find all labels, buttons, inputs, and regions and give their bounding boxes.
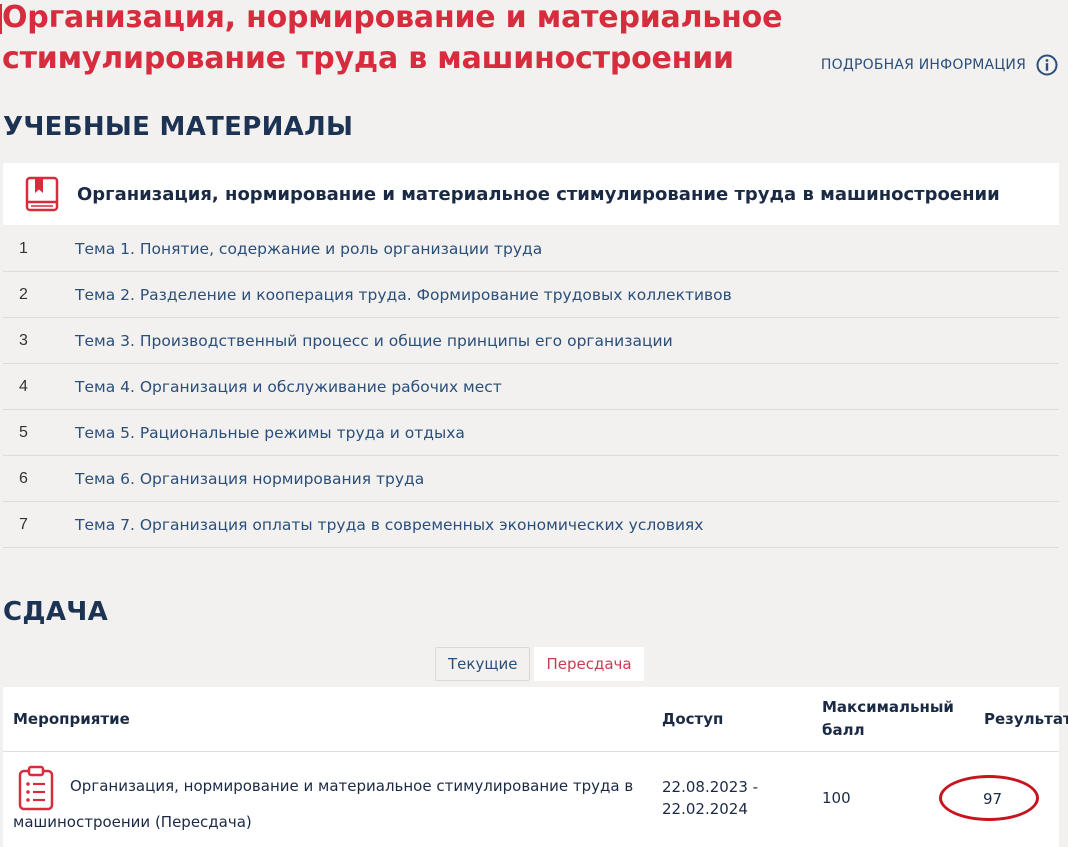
topic-number: 3 bbox=[19, 331, 28, 349]
more-info-link[interactable]: ПОДРОБНАЯ ИНФОРМАЦИЯ bbox=[821, 52, 1058, 78]
materials-card-title: Организация, нормирование и материальное… bbox=[77, 183, 1000, 205]
header-max-score-line2: балл bbox=[822, 721, 865, 739]
topic-row: 7 Тема 7. Организация оплаты труда в сов… bbox=[3, 502, 1059, 548]
tab-retake[interactable]: Пересдача bbox=[534, 647, 644, 681]
materials-section-title: УЧЕБНЫЕ МАТЕРИАЛЫ bbox=[3, 112, 354, 142]
results-table: Мероприятие Доступ Максимальный балл Рез… bbox=[3, 687, 1068, 847]
topic-link-4[interactable]: Тема 4. Организация и обслуживание рабоч… bbox=[75, 378, 502, 396]
tab-current[interactable]: Текущие bbox=[435, 647, 531, 681]
topic-row: 5 Тема 5. Рациональные режимы труда и от… bbox=[3, 410, 1059, 456]
more-info-label: ПОДРОБНАЯ ИНФОРМАЦИЯ bbox=[820, 57, 1026, 73]
topic-row: 4 Тема 4. Организация и обслуживание раб… bbox=[3, 364, 1059, 410]
topic-number: 6 bbox=[19, 469, 28, 487]
topic-number: 5 bbox=[19, 423, 28, 441]
topic-row: 6 Тема 6. Организация нормирования труда bbox=[3, 456, 1059, 502]
event-name-line2: машиностроении (Пересдача) bbox=[13, 813, 252, 831]
header-max-score: Максимальный балл bbox=[822, 696, 954, 742]
max-score-value: 100 bbox=[822, 789, 851, 807]
page-title: Организация, нормирование и материальное… bbox=[2, 0, 783, 76]
topic-number: 4 bbox=[19, 377, 28, 395]
clipboard-icon bbox=[18, 765, 54, 811]
submission-section-title: СДАЧА bbox=[3, 597, 108, 627]
topic-row: 3 Тема 3. Производственный процесс и общ… bbox=[3, 318, 1059, 364]
topic-link-3[interactable]: Тема 3. Производственный процесс и общие… bbox=[75, 332, 673, 350]
topic-link-1[interactable]: Тема 1. Понятие, содержание и роль орган… bbox=[75, 240, 542, 258]
info-icon[interactable] bbox=[1036, 54, 1058, 76]
materials-card[interactable]: Организация, нормирование и материальное… bbox=[3, 163, 1059, 225]
header-max-score-line1: Максимальный bbox=[822, 698, 954, 716]
topic-link-2[interactable]: Тема 2. Разделение и кооперация труда. Ф… bbox=[75, 286, 732, 304]
topic-number: 2 bbox=[19, 285, 28, 303]
result-highlight-circle bbox=[939, 775, 1039, 821]
topic-link-5[interactable]: Тема 5. Рациональные режимы труда и отды… bbox=[75, 424, 465, 442]
event-name-line1: Организация, нормирование и материальное… bbox=[70, 777, 634, 795]
access-from: 22.08.2023 - bbox=[662, 778, 759, 796]
topic-number: 7 bbox=[19, 515, 28, 533]
table-header-row: Мероприятие Доступ Максимальный балл Рез… bbox=[3, 687, 1068, 752]
access-to: 22.02.2024 bbox=[662, 800, 748, 818]
topic-list: 1 Тема 1. Понятие, содержание и роль орг… bbox=[3, 226, 1059, 548]
topic-row: 2 Тема 2. Разделение и кооперация труда.… bbox=[3, 272, 1059, 318]
topic-link-7[interactable]: Тема 7. Организация оплаты труда в совре… bbox=[75, 516, 703, 534]
header-event: Мероприятие bbox=[13, 710, 130, 728]
header-result: Результат bbox=[984, 710, 1068, 728]
topic-row: 1 Тема 1. Понятие, содержание и роль орг… bbox=[3, 226, 1059, 272]
book-icon bbox=[25, 176, 59, 212]
submission-tabs: Текущие Пересдача bbox=[435, 647, 644, 681]
topic-link-6[interactable]: Тема 6. Организация нормирования труда bbox=[75, 470, 424, 488]
header-access: Доступ bbox=[662, 710, 724, 728]
topic-number: 1 bbox=[19, 239, 28, 257]
